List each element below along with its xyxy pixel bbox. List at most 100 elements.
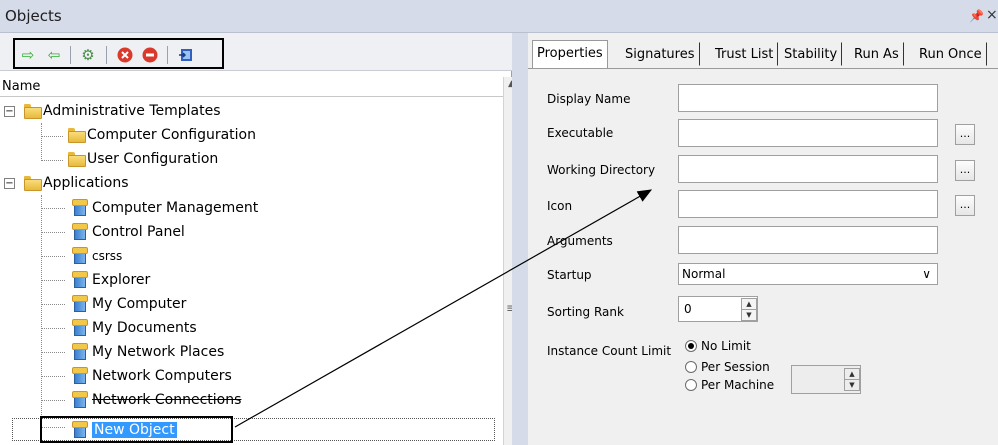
tree-item[interactable]: csrss [72, 244, 122, 268]
application-icon [72, 247, 88, 264]
radio-label: Per Session [701, 360, 770, 374]
close-icon[interactable]: × [986, 7, 998, 23]
radio-empty-icon [685, 379, 697, 391]
tab-trust-list[interactable]: Trust List [710, 42, 779, 66]
tree-connector [41, 376, 65, 377]
tree-item[interactable]: Explorer [72, 268, 150, 292]
folder-icon [68, 152, 86, 167]
sorting-rank-value: 0 [684, 302, 692, 316]
tree-connector [41, 256, 65, 257]
toolbar: ⇨ ⇦ ⚙ [0, 33, 512, 71]
properties-pane: Properties Signatures Trust List Stabili… [528, 33, 998, 445]
spin-down-icon[interactable]: ▼ [741, 309, 757, 321]
tab-run-once[interactable]: Run Once [914, 42, 987, 66]
sorting-rank-label: Sorting Rank [547, 305, 624, 319]
pane-splitter[interactable] [512, 33, 528, 445]
collapse-icon[interactable]: − [4, 106, 15, 117]
property-tabs: Properties Signatures Trust List Stabili… [528, 40, 998, 68]
tree-item-label: My Computer [92, 296, 187, 312]
tree-item[interactable]: My Computer [72, 292, 186, 316]
tree-item-label: Computer Configuration [87, 127, 256, 143]
folder-icon [68, 128, 86, 143]
tree-item[interactable]: User Configuration [68, 147, 218, 171]
application-icon [72, 199, 88, 216]
highlight-box [40, 416, 233, 443]
tree-item-label: Control Panel [92, 224, 185, 240]
tree-item[interactable]: My Documents [72, 316, 197, 340]
tree-item[interactable]: Computer Configuration [68, 123, 256, 147]
application-icon [72, 391, 88, 408]
tree-connector [41, 160, 63, 161]
executable-browse-button[interactable]: ... [955, 124, 975, 145]
radio-empty-icon [685, 361, 697, 373]
tree-item[interactable]: Control Panel [72, 220, 185, 244]
display-name-field[interactable] [678, 84, 938, 112]
startup-label: Startup [547, 268, 592, 282]
tree-connector [41, 280, 65, 281]
application-icon [72, 271, 88, 288]
tree-item-label: Computer Management [92, 200, 259, 216]
folder-icon [24, 176, 42, 191]
add-object-icon[interactable]: ⚙ [79, 46, 97, 64]
executable-label: Executable [547, 126, 614, 140]
tab-run-as[interactable]: Run As [849, 42, 904, 66]
objects-tree-pane: ⇨ ⇦ ⚙ Name − Administrative Templates Co… [0, 33, 520, 445]
forward-arrow-icon[interactable]: ⇨ [19, 46, 37, 64]
display-name-label: Display Name [547, 92, 631, 106]
icon-browse-button[interactable]: ... [955, 195, 975, 216]
tree-item-label: csrss [92, 249, 123, 263]
radio-per-session[interactable]: Per Session [685, 360, 770, 374]
tree-connector [41, 123, 42, 161]
name-column-header[interactable]: Name [0, 77, 512, 97]
tab-properties[interactable]: Properties [532, 40, 608, 68]
properties-panel: Display Name Executable ... Working Dire… [528, 68, 998, 445]
radio-per-machine[interactable]: Per Machine [685, 378, 774, 392]
tree-item-label: My Network Places [92, 344, 225, 360]
radio-no-limit[interactable]: No Limit [685, 339, 751, 353]
pin-icon[interactable]: 📌 [969, 9, 984, 23]
radio-label: Per Machine [701, 378, 775, 392]
arguments-label: Arguments [547, 234, 613, 248]
tree-item[interactable]: Network Computers [72, 364, 232, 388]
export-icon[interactable] [177, 46, 195, 64]
application-icon [72, 367, 88, 384]
radio-label: No Limit [701, 339, 751, 353]
folder-icon [24, 104, 42, 119]
collapse-icon[interactable]: − [4, 178, 15, 189]
spin-down-icon[interactable]: ▼ [844, 379, 860, 391]
tree-item-label: Network Computers [92, 368, 232, 384]
startup-select[interactable]: Normal ∨ [678, 263, 938, 285]
working-directory-browse-button[interactable]: ... [955, 160, 975, 181]
tab-signatures[interactable]: Signatures [620, 42, 700, 66]
tree-item-label: User Configuration [87, 151, 219, 167]
tree-item[interactable]: Computer Management [72, 196, 258, 220]
instance-count-limit-label: Instance Count Limit [547, 344, 672, 358]
tree-item-label: Applications [43, 175, 129, 191]
radio-selected-icon [685, 340, 697, 352]
toolbar-separator [70, 46, 71, 64]
tree-item[interactable]: My Network Places [72, 340, 224, 364]
tab-stability[interactable]: Stability [779, 42, 843, 66]
tree-connector [41, 328, 65, 329]
tree-connector [41, 208, 65, 209]
tree-connector [41, 352, 65, 353]
tree-item-label: Explorer [92, 272, 151, 288]
tree-connector [41, 232, 65, 233]
application-icon [72, 223, 88, 240]
working-directory-field[interactable] [678, 155, 938, 183]
arguments-field[interactable] [678, 226, 938, 254]
window-titlebar: Objects 📌 × [0, 0, 998, 33]
toolbar-button-group: ⇨ ⇦ ⚙ [13, 38, 224, 69]
executable-field[interactable] [678, 119, 938, 147]
tree-item-label: Network Connections [92, 392, 242, 408]
tree-connector [41, 136, 63, 137]
back-arrow-icon[interactable]: ⇦ [45, 46, 63, 64]
chevron-down-icon: ∨ [922, 267, 931, 281]
toolbar-separator [167, 46, 168, 64]
working-directory-label: Working Directory [547, 163, 656, 177]
tree-item[interactable]: Network Connections [72, 388, 241, 412]
tree-connector [41, 304, 65, 305]
icon-field[interactable] [678, 190, 938, 218]
remove-icon[interactable] [141, 46, 159, 64]
delete-icon[interactable] [116, 46, 134, 64]
